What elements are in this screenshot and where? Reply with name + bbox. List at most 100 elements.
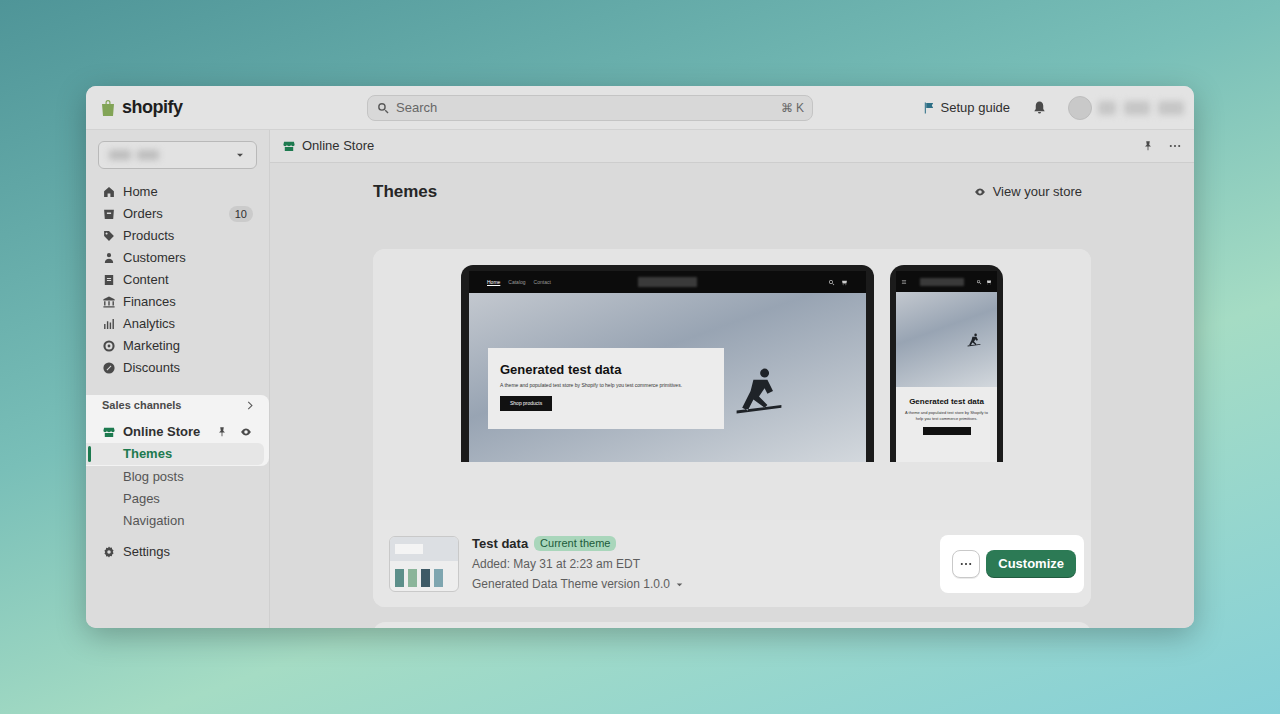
online-store-item[interactable]: Online Store — [86, 420, 269, 443]
preview-nav-link[interactable]: Catalog — [508, 278, 525, 286]
pin-icon[interactable] — [216, 426, 228, 438]
page-content: Themes View your store Home Catalog Contact G… — [373, 163, 1091, 628]
sales-channels-header[interactable]: Sales channels — [86, 395, 269, 415]
nav-item[interactable]: Content — [94, 269, 261, 291]
setup-guide-label: Setup guide — [941, 98, 1010, 118]
subnav-item[interactable]: Pages — [86, 488, 264, 510]
subnav-label: Themes — [123, 444, 172, 464]
more-actions-button[interactable] — [952, 550, 980, 578]
settings-item[interactable]: Settings — [94, 541, 261, 563]
shop-button[interactable]: Shop products — [500, 396, 552, 411]
title-row: Themes View your store — [373, 182, 1091, 202]
preview-nav-link[interactable]: Home — [487, 278, 500, 286]
mobile-shop-button[interactable] — [923, 427, 971, 435]
page-title: Themes — [373, 179, 437, 205]
nav-item[interactable]: Customers — [94, 247, 261, 269]
view-store-link[interactable]: View your store — [973, 182, 1082, 202]
person-icon — [102, 251, 116, 265]
page-header: Online Store — [270, 130, 1194, 163]
desktop-preview: Home Catalog Contact Generated test dataA t… — [461, 265, 874, 462]
menu-icon[interactable] — [901, 279, 907, 285]
store-selector[interactable] — [98, 141, 257, 169]
theme-added: Added: May 31 at 2:23 am EDT — [472, 555, 685, 573]
mobile-preview: Generated test dataA theme and populated… — [890, 265, 1003, 462]
bell-icon[interactable] — [1032, 100, 1047, 115]
theme-preview: HomeCatalogContactGenerated test dataA t… — [373, 249, 1091, 520]
nav-item[interactable]: Products — [94, 225, 261, 247]
mobile-hero-title: Generated test data — [909, 397, 984, 407]
nav-item[interactable]: Marketing — [94, 335, 261, 357]
subnav-item[interactable]: Themes — [86, 443, 264, 465]
content-icon — [102, 273, 116, 287]
more-icon[interactable] — [1168, 139, 1182, 153]
admin-window: shopify⌘ KSetup guideHomeOrders10Product… — [86, 86, 1194, 628]
search-icon — [376, 101, 390, 115]
subnav-item[interactable]: Blog posts — [86, 466, 264, 488]
subnav-label: Blog posts — [123, 467, 184, 487]
search-icon[interactable] — [828, 279, 835, 286]
count-badge: 10 — [229, 206, 253, 222]
skier-icon — [966, 332, 982, 348]
avatar[interactable] — [1068, 96, 1092, 120]
top-bar-actions: Setup guide — [813, 96, 1194, 120]
section-title: Sales channels — [102, 397, 182, 414]
subnav-label: Navigation — [123, 511, 184, 531]
nav-label: Discounts — [123, 358, 253, 378]
sidebar: HomeOrders 10 ProductsCustomersContentFina… — [86, 130, 270, 628]
preview-nav-link[interactable]: Contact — [534, 278, 551, 286]
nav-label: Marketing — [123, 336, 253, 356]
nav-label: Customers — [123, 248, 253, 268]
nav-item[interactable]: Finances — [94, 291, 261, 313]
theme-actions: Customize — [940, 535, 1084, 593]
subnav-item[interactable]: Navigation — [86, 510, 264, 532]
customize-button[interactable]: Customize — [986, 550, 1076, 578]
settings-label: Settings — [123, 542, 170, 562]
top-bar: shopify ⌘ K Setup guide — [86, 86, 1194, 130]
current-theme-badge: Current theme — [534, 536, 616, 551]
setup-guide-button[interactable]: Setup guide — [922, 98, 1010, 118]
store-icon — [102, 425, 116, 439]
hero-text: A theme and populated test store by Shop… — [500, 382, 712, 389]
nav-item[interactable]: Orders 10 — [94, 203, 261, 225]
nav-label: Finances — [123, 292, 253, 312]
orders-icon — [102, 207, 116, 221]
subnav-label: Pages — [123, 489, 160, 509]
search-box[interactable]: ⌘ K — [367, 95, 813, 121]
nav-item[interactable]: Discounts — [94, 357, 261, 379]
caret-down-icon — [234, 149, 246, 161]
account-name[interactable] — [1098, 101, 1184, 115]
chevron-right-icon — [244, 400, 255, 411]
eye-icon[interactable] — [239, 425, 253, 439]
nav-label: Content — [123, 270, 253, 290]
preview-logo — [638, 277, 697, 287]
next-card — [373, 622, 1091, 628]
shopping-bag-icon — [98, 98, 118, 118]
nav-item[interactable]: Home — [94, 181, 261, 203]
shortcut-hint: ⌘ K — [781, 99, 804, 117]
search-input[interactable] — [396, 98, 775, 118]
preview-logo — [920, 278, 964, 286]
mobile-hero-box: Generated test dataA theme and populated… — [896, 387, 997, 462]
bank-icon — [102, 295, 116, 309]
view-store-label: View your store — [993, 182, 1082, 202]
shopify-logo[interactable]: shopify — [86, 94, 367, 121]
hero-box: Generated test dataA theme and populated… — [488, 348, 724, 429]
nav-item[interactable]: Analytics — [94, 313, 261, 335]
pin-icon[interactable] — [1142, 140, 1154, 152]
chart-icon — [102, 317, 116, 331]
header-title: Online Store — [302, 136, 1136, 156]
nav-label: Home — [123, 182, 253, 202]
preview-links: Home Catalog Contact — [487, 278, 638, 286]
caret-down-icon[interactable] — [674, 579, 685, 590]
discount-icon — [102, 361, 116, 375]
flag-icon — [922, 101, 936, 115]
cart-icon[interactable] — [841, 279, 848, 286]
search-icon[interactable] — [976, 279, 982, 285]
cart-icon[interactable] — [986, 279, 992, 285]
nav-label: Orders — [123, 204, 222, 224]
nav-list: HomeOrders 10 ProductsCustomersContentFina… — [86, 181, 269, 379]
nav-label: Analytics — [123, 314, 253, 334]
mobile-hero-image — [896, 292, 997, 387]
theme-info: Test dataCurrent themeAdded: May 31 at 2… — [472, 534, 685, 594]
more-icon — [959, 557, 973, 571]
